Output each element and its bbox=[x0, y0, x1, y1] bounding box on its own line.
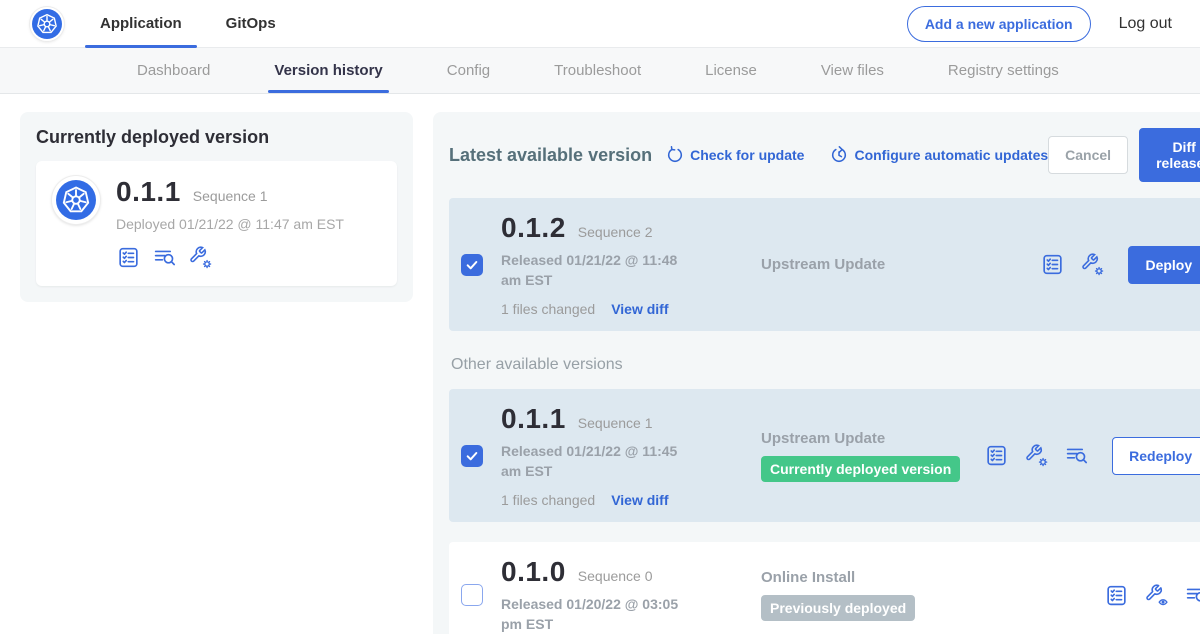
sequence-label: Sequence 0 bbox=[578, 568, 653, 584]
latest-available-title: Latest available version bbox=[449, 145, 652, 166]
version-checkbox[interactable] bbox=[461, 584, 483, 606]
deploy-button[interactable]: Deploy bbox=[1128, 246, 1200, 284]
subnav-config[interactable]: Config bbox=[447, 48, 490, 93]
kubernetes-helm-wheel-icon bbox=[56, 180, 96, 220]
app-subnav: Dashboard Version history Config Trouble… bbox=[0, 48, 1200, 94]
currently-deployed-title: Currently deployed version bbox=[36, 127, 397, 148]
currently-deployed-badge: Currently deployed version bbox=[761, 456, 960, 482]
top-navbar: Application GitOps Add a new application… bbox=[0, 0, 1200, 48]
subnav-registry-settings[interactable]: Registry settings bbox=[948, 48, 1059, 93]
checklist-icon[interactable] bbox=[984, 443, 1009, 468]
redeploy-button[interactable]: Redeploy bbox=[1112, 437, 1200, 475]
sequence-label: Sequence 1 bbox=[578, 415, 653, 431]
logout-link[interactable]: Log out bbox=[1119, 15, 1172, 33]
subnav-troubleshoot[interactable]: Troubleshoot bbox=[554, 48, 641, 93]
cancel-button[interactable]: Cancel bbox=[1048, 136, 1128, 174]
lines-magnifier-icon[interactable] bbox=[1064, 443, 1089, 468]
version-checkbox[interactable] bbox=[461, 254, 483, 276]
currently-deployed-card: Currently deployed version 0.1.1 Sequenc… bbox=[20, 112, 413, 302]
deployed-version-number: 0.1.1 bbox=[116, 176, 181, 208]
wrench-gear-icon[interactable] bbox=[1024, 443, 1049, 468]
subnav-license[interactable]: License bbox=[705, 48, 757, 93]
clock-refresh-icon bbox=[830, 146, 848, 164]
version-source-label: Upstream Update bbox=[761, 256, 1040, 273]
deployed-version-box: 0.1.1 Sequence 1 Deployed 01/21/22 @ 11:… bbox=[36, 161, 397, 286]
version-number: 0.1.0 bbox=[501, 556, 566, 588]
released-timestamp: Released 01/21/22 @ 11:45 am EST bbox=[501, 442, 693, 481]
kubernetes-helm-wheel-icon bbox=[32, 9, 62, 39]
checkmark-icon bbox=[465, 258, 479, 272]
version-row-0-1-2: 0.1.2 Sequence 2 Released 01/21/22 @ 11:… bbox=[449, 198, 1200, 331]
version-source-label: Online Install bbox=[761, 569, 1104, 586]
version-row-0-1-1: 0.1.1 Sequence 1 Released 01/21/22 @ 11:… bbox=[449, 389, 1200, 522]
version-number: 0.1.2 bbox=[501, 212, 566, 244]
nav-tab-application[interactable]: Application bbox=[100, 0, 182, 48]
checklist-icon[interactable] bbox=[116, 245, 141, 270]
version-checkbox[interactable] bbox=[461, 445, 483, 467]
released-timestamp: Released 01/21/22 @ 11:48 am EST bbox=[501, 251, 693, 290]
view-diff-link[interactable]: View diff bbox=[611, 492, 668, 508]
wrench-gear-icon[interactable] bbox=[188, 245, 213, 270]
app-logo bbox=[30, 7, 64, 41]
app-avatar bbox=[52, 176, 100, 224]
view-diff-link[interactable]: View diff bbox=[611, 301, 668, 317]
add-new-application-button[interactable]: Add a new application bbox=[907, 6, 1091, 42]
sequence-label: Sequence 2 bbox=[578, 224, 653, 240]
deployed-timestamp: Deployed 01/21/22 @ 11:47 am EST bbox=[116, 216, 344, 232]
released-timestamp: Released 01/20/22 @ 03:05 pm EST bbox=[501, 595, 693, 634]
version-history-panel: Latest available version Check for updat… bbox=[433, 112, 1200, 634]
diff-releases-button[interactable]: Diff releases bbox=[1139, 128, 1200, 182]
wrench-eye-icon[interactable] bbox=[1144, 583, 1169, 608]
nav-tabs: Application GitOps bbox=[100, 0, 276, 48]
deployed-sequence-label: Sequence 1 bbox=[193, 188, 268, 204]
version-number: 0.1.1 bbox=[501, 403, 566, 435]
nav-tab-gitops[interactable]: GitOps bbox=[226, 0, 276, 48]
version-source-label: Upstream Update bbox=[761, 430, 984, 447]
subnav-version-history[interactable]: Version history bbox=[274, 48, 382, 93]
lines-magnifier-icon[interactable] bbox=[152, 245, 177, 270]
check-for-update-link[interactable]: Check for update bbox=[666, 146, 804, 164]
subnav-dashboard[interactable]: Dashboard bbox=[137, 48, 210, 93]
wrench-gear-icon[interactable] bbox=[1080, 252, 1105, 277]
files-changed-label: 1 files changed bbox=[501, 492, 595, 508]
refresh-icon bbox=[666, 146, 684, 164]
check-for-update-label: Check for update bbox=[690, 147, 804, 163]
other-available-versions-title: Other available versions bbox=[451, 356, 1200, 374]
configure-automatic-updates-label: Configure automatic updates bbox=[854, 147, 1048, 163]
checklist-icon[interactable] bbox=[1040, 252, 1065, 277]
configure-automatic-updates-link[interactable]: Configure automatic updates bbox=[830, 146, 1048, 164]
previously-deployed-badge: Previously deployed bbox=[761, 595, 915, 621]
files-changed-label: 1 files changed bbox=[501, 301, 595, 317]
subnav-view-files[interactable]: View files bbox=[821, 48, 884, 93]
checklist-icon[interactable] bbox=[1104, 583, 1129, 608]
lines-magnifier-icon[interactable] bbox=[1184, 583, 1200, 608]
checkmark-icon bbox=[465, 449, 479, 463]
version-row-0-1-0: 0.1.0 Sequence 0 Released 01/20/22 @ 03:… bbox=[449, 542, 1200, 634]
